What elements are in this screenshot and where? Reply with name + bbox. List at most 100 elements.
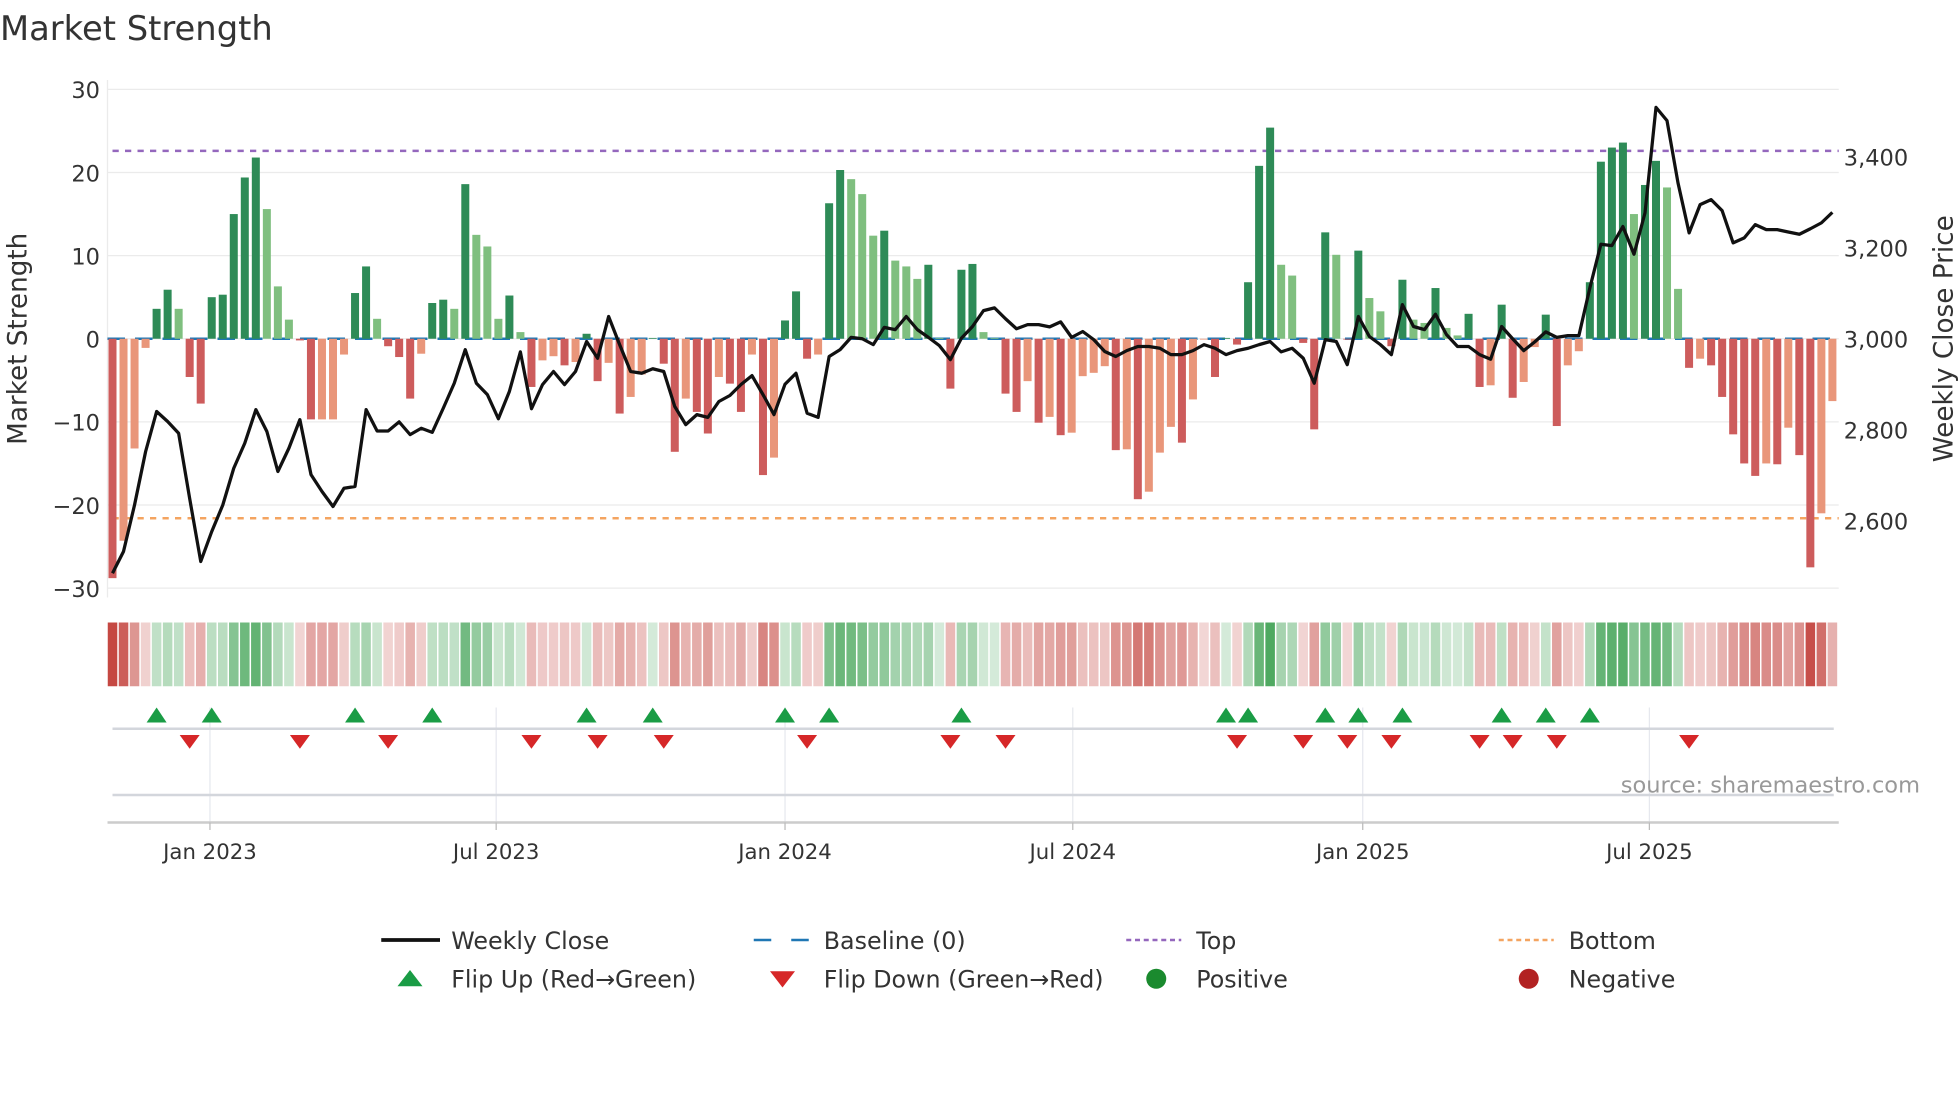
legend-label: Weekly Close [451, 927, 609, 955]
strength-bar [1144, 338, 1153, 492]
strength-bar [461, 184, 470, 339]
heatmap-cell [570, 622, 581, 687]
heatmap-cell [692, 622, 702, 687]
strength-bar [1663, 187, 1672, 339]
heatmap-cell [703, 622, 713, 687]
strength-bar [185, 338, 194, 377]
heatmap-cell [1518, 622, 1529, 687]
heatmap-cell [1353, 622, 1364, 687]
strength-bar [902, 266, 911, 339]
heatmap-cell [1232, 622, 1242, 687]
heatmap-cell [1618, 622, 1628, 687]
flip-up-marker [1491, 707, 1512, 723]
strength-bar [1288, 275, 1297, 339]
strength-bar [340, 338, 349, 355]
legend-label: Positive [1196, 966, 1288, 994]
strength-bar [384, 338, 393, 347]
strength-bar [1321, 232, 1330, 339]
flip-up-marker [1238, 707, 1259, 723]
flip-down-marker [940, 735, 961, 749]
heatmap-cell [989, 622, 1000, 687]
heatmap-cell [262, 622, 272, 687]
strength-bar [781, 320, 790, 339]
strength-bar [692, 338, 701, 412]
strength-bar [229, 214, 238, 339]
heatmap-cell [1309, 622, 1319, 687]
strength-bar [1244, 282, 1253, 339]
heatmap-cell [229, 622, 239, 687]
heatmap-cell [835, 622, 845, 687]
strength-bar [152, 308, 161, 339]
heatmap-cell [912, 622, 923, 687]
chart-title: Market Strength [0, 9, 273, 48]
heatmap-cell [934, 622, 945, 687]
flip-down-marker [1227, 735, 1248, 749]
strength-bar [1453, 335, 1462, 339]
heatmap-cell [1805, 622, 1816, 687]
x-tick-label: Jul 2025 [1604, 840, 1692, 865]
heatmap-cell [1717, 622, 1727, 687]
heatmap-cell [438, 622, 449, 687]
strength-bar [946, 338, 955, 389]
heatmap-cell [1077, 622, 1088, 687]
heatmap-cell [129, 622, 140, 687]
strength-bar [1199, 338, 1208, 340]
strength-bar [284, 319, 293, 339]
heatmap-cell [118, 622, 129, 687]
flip-down-marker [289, 735, 310, 749]
strength-bar [373, 318, 382, 339]
strength-bar [240, 177, 249, 339]
strength-bar [1696, 338, 1705, 359]
heatmap-cell [328, 622, 338, 687]
heatmap-cell [449, 622, 460, 687]
strength-bar [1707, 338, 1716, 366]
heatmap-cell [1133, 622, 1143, 687]
y2-tick-label: 3,200 [1844, 237, 1908, 263]
heatmap-cell [372, 622, 382, 687]
flip-up-marker [576, 707, 597, 723]
heatmap-cell [1574, 622, 1584, 687]
legend-label: Bottom [1569, 927, 1656, 955]
heatmap-cell [460, 622, 471, 687]
flip-up-marker [1579, 707, 1600, 723]
flip-up-marker [422, 707, 443, 723]
strength-bar [218, 294, 227, 339]
strength-bar [1332, 254, 1341, 339]
heatmap-cell [1607, 622, 1617, 687]
strength-bar [703, 338, 712, 434]
heatmap-cell [427, 622, 437, 687]
legend-label: Flip Up (Red→Green) [451, 966, 696, 994]
heatmap-cell [1761, 622, 1772, 687]
y2-tick-label: 3,400 [1844, 146, 1908, 172]
flip-up-marker [345, 707, 366, 723]
heatmap-cell [868, 622, 878, 687]
strength-bar [395, 338, 404, 358]
y-tick-label: 30 [71, 78, 100, 104]
heatmap-cell [1254, 622, 1264, 687]
heatmap-cell [714, 622, 724, 687]
heatmap-cell [1100, 622, 1110, 687]
strength-bar [207, 297, 216, 339]
heatmap-cell [1419, 622, 1430, 687]
strength-bar [1762, 338, 1771, 464]
heatmap-cell [1728, 622, 1738, 687]
market-strength-chart: Market Strength Market Strength Weekly C… [0, 9, 1960, 994]
heatmap-cell [1177, 622, 1187, 687]
x-tick-label: Jan 2025 [1314, 840, 1410, 865]
heatmap-cell [747, 622, 757, 687]
heatmap-cell [846, 622, 856, 687]
strength-bar [1155, 338, 1164, 453]
strength-bar [1078, 338, 1087, 377]
heatmap-cell [339, 622, 349, 687]
heatmap-cell [1210, 622, 1220, 687]
strength-heatmap-strip [107, 622, 1838, 687]
heatmap-cell [890, 622, 901, 687]
flip-down-marker [179, 735, 200, 749]
legend-label: Negative [1569, 966, 1676, 994]
strength-bar [1056, 338, 1065, 436]
strength-bar [869, 235, 878, 339]
heatmap-cell [1596, 622, 1606, 687]
heatmap-cell [736, 622, 746, 687]
flip-down-marker [521, 735, 542, 749]
heatmap-cell [1695, 622, 1705, 687]
